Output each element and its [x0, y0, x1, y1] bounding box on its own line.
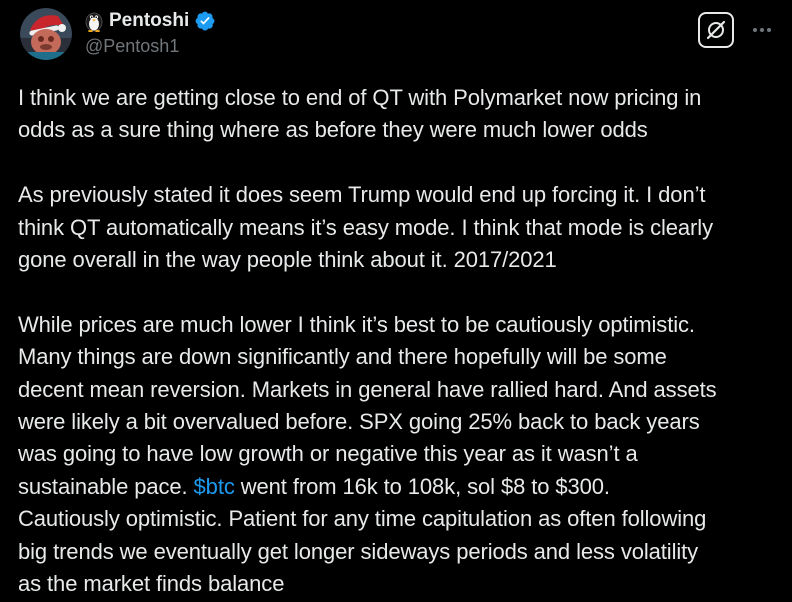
- display-name[interactable]: Pentoshi: [109, 10, 189, 32]
- tweet-line-with-cashtag: sustainable pace. $btc went from 16k to …: [18, 471, 786, 503]
- tweet-line: think QT automatically means it’s easy m…: [18, 214, 713, 240]
- cashtag-link[interactable]: $btc: [194, 474, 235, 499]
- author-name-row: Pentoshi: [84, 9, 216, 33]
- tweet-line: big trends we eventually get longer side…: [18, 538, 699, 564]
- text-segment: sustainable pace.: [18, 473, 194, 499]
- tweet-line: I think we are getting close to end of Q…: [18, 85, 702, 110]
- tweet-line: As previously stated it does seem Trump …: [18, 182, 706, 208]
- verified-badge-icon[interactable]: [194, 10, 216, 32]
- tweet-line: decent mean reversion. Markets in genera…: [18, 376, 717, 402]
- tweet-line: Many things are down significantly and t…: [18, 344, 667, 370]
- tweet-line: was going to have low growth or negative…: [18, 441, 638, 467]
- grok-button[interactable]: [698, 12, 734, 48]
- tweet-line: While prices are much lower I think it’s…: [18, 311, 695, 337]
- more-horizontal-icon: [753, 28, 771, 32]
- penguin-icon: [84, 10, 104, 32]
- tweet-line: gone overall in the way people think abo…: [18, 247, 557, 273]
- tweet-text: I think we are getting close to end of Q…: [18, 82, 786, 600]
- tweet-line: Cautiously optimistic. Patient for any t…: [18, 506, 707, 532]
- more-options-button[interactable]: [748, 16, 776, 44]
- tweet-line: odds as a sure thing where as before the…: [18, 117, 648, 143]
- avatar[interactable]: [20, 8, 72, 60]
- avatar-image: [20, 8, 72, 60]
- tweet-line: as the market finds balance: [18, 571, 285, 597]
- author-handle[interactable]: @Pentosh1: [85, 36, 179, 57]
- tweet-line: were likely a bit overvalued before. SPX…: [18, 409, 700, 435]
- tweet: Pentoshi @Pentosh1 I think we are gettin…: [0, 0, 792, 602]
- grok-slash-icon: [706, 20, 726, 40]
- text-segment: went from 16k to 108k, sol $8 to $300.: [234, 473, 610, 499]
